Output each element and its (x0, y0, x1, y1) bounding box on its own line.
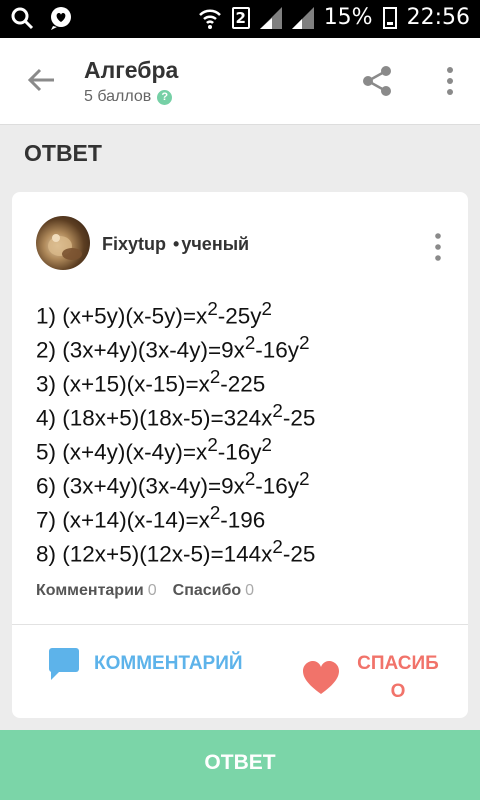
author-name: Fixytup (102, 234, 167, 254)
comment-button[interactable]: КОММЕНТАРИЙ (48, 647, 243, 681)
avatar-image (48, 234, 82, 260)
more-vert-icon[interactable] (440, 66, 460, 96)
wifi-icon (198, 9, 221, 29)
signal-icon (259, 6, 282, 29)
chat-heart-icon (51, 7, 71, 30)
comment-icon (49, 648, 79, 680)
sim-indicator: 2 (231, 6, 250, 29)
answer-line: 7) (x+14)(x-14)=x2-196 (36, 502, 266, 533)
answer-line: 8) (12x+5)(12x-5)=144x2-25 (36, 536, 316, 567)
heart-icon (303, 661, 339, 694)
answer-line: 4) (18x+5)(18x-5)=324x2-25 (36, 400, 316, 431)
author-line[interactable]: Fixytup • ученый (102, 234, 249, 255)
divider (12, 624, 468, 625)
thanks-button[interactable]: СПАСИБО (302, 650, 452, 710)
author-rank: ученый (181, 234, 250, 254)
thanks-stat: Спасибо 0 (172, 582, 255, 599)
help-icon[interactable]: ? (157, 89, 173, 105)
back-arrow-icon[interactable] (26, 64, 58, 96)
status-bar: 2 15% 22:56 (0, 0, 480, 38)
share-icon[interactable] (360, 64, 394, 98)
answer-stats: Комментарии 0 Спасибо 0 (36, 582, 254, 600)
comments-stat: Комментарии 0 (36, 582, 157, 599)
answer-body: 1) (x+5y)(x-5y)=x2-25y2 2) (3x+4y)(3x-4y… (36, 292, 316, 567)
search-icon (11, 7, 34, 30)
avatar[interactable] (36, 216, 90, 270)
clock: 22:56 (406, 5, 470, 30)
battery-icon (382, 6, 397, 29)
author-separator: • (173, 234, 180, 254)
thanks-button-label: СПАСИБО (357, 653, 439, 702)
points-label: 5 баллов ? (84, 88, 173, 106)
comment-button-label: КОММЕНТАРИЙ (94, 653, 243, 674)
answer-more-icon[interactable] (430, 232, 446, 262)
answer-line: 2) (3x+4y)(3x-4y)=9x2-16y2 (36, 332, 310, 363)
answer-line: 5) (x+4y)(x-4y)=x2-16y2 (36, 434, 272, 465)
answer-line: 1) (x+5y)(x-5y)=x2-25y2 (36, 298, 272, 329)
section-heading: ОТВЕТ (24, 140, 102, 166)
app-bar: Алгебра 5 баллов ? (0, 38, 480, 125)
battery-percent: 15% (323, 5, 373, 30)
answer-line: 6) (3x+4y)(3x-4y)=9x2-16y2 (36, 468, 310, 499)
points-text: 5 баллов (84, 88, 152, 105)
signal-icon-2 (291, 6, 314, 29)
answer-button[interactable]: ОТВЕТ (0, 730, 480, 800)
answer-line: 3) (x+15)(x-15)=x2-225 (36, 366, 266, 397)
answer-card: Fixytup • ученый 1) (x+5y)(x-5y)=x2-25y2 … (12, 192, 468, 718)
page-title: Алгебра (84, 57, 179, 83)
